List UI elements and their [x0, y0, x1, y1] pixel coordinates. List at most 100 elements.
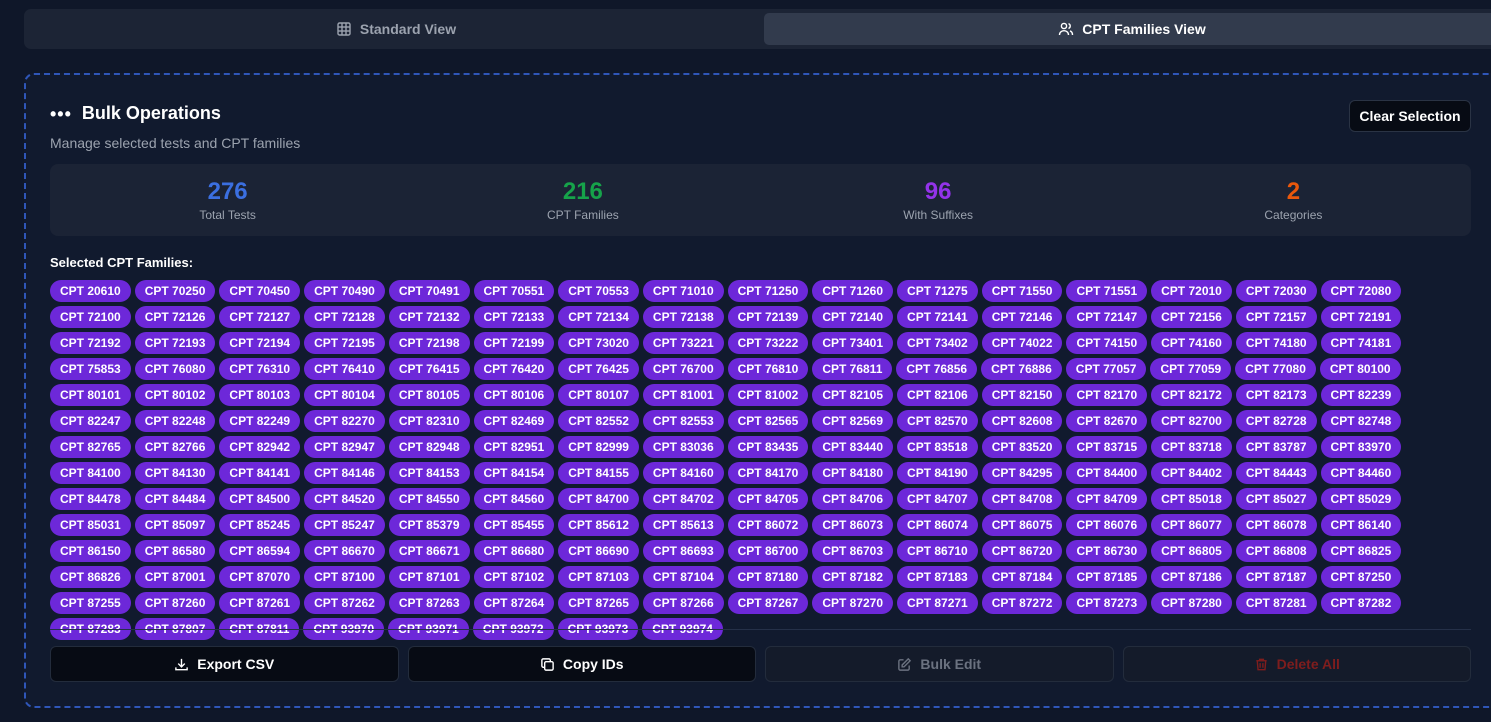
- cpt-family-chip[interactable]: CPT 71551: [1066, 280, 1148, 302]
- cpt-family-chip[interactable]: CPT 82748: [1320, 410, 1402, 432]
- cpt-family-chip[interactable]: CPT 85455: [473, 514, 555, 536]
- cpt-family-chip[interactable]: CPT 86805: [1151, 540, 1232, 562]
- cpt-family-chip[interactable]: CPT 86680: [473, 540, 555, 562]
- cpt-family-chip[interactable]: CPT 87266: [642, 592, 724, 614]
- cpt-family-chip[interactable]: CPT 74022: [981, 332, 1063, 354]
- cpt-family-chip[interactable]: CPT 82999: [558, 436, 639, 458]
- cpt-family-chip[interactable]: CPT 84550: [388, 488, 470, 510]
- cpt-family-chip[interactable]: CPT 76415: [388, 358, 470, 380]
- cpt-family-chip[interactable]: CPT 72156: [1151, 306, 1232, 328]
- cpt-family-chip[interactable]: CPT 85031: [50, 514, 131, 536]
- cpt-family-chip[interactable]: CPT 84520: [304, 488, 385, 510]
- cpt-family-chip[interactable]: CPT 87280: [1151, 592, 1232, 614]
- cpt-family-chip[interactable]: CPT 83970: [1320, 436, 1402, 458]
- cpt-family-chip[interactable]: CPT 86703: [812, 540, 894, 562]
- cpt-family-chip[interactable]: CPT 87182: [812, 566, 894, 588]
- cpt-family-chip[interactable]: CPT 84460: [1320, 462, 1402, 484]
- clear-selection-button[interactable]: Clear Selection: [1349, 100, 1471, 132]
- cpt-family-chip[interactable]: CPT 84500: [219, 488, 301, 510]
- cpt-family-chip[interactable]: CPT 72100: [50, 306, 131, 328]
- cpt-family-chip[interactable]: CPT 82670: [1066, 410, 1148, 432]
- cpt-family-chip[interactable]: CPT 86077: [1151, 514, 1232, 536]
- cpt-family-chip[interactable]: CPT 71550: [981, 280, 1063, 302]
- cpt-family-chip[interactable]: CPT 83440: [812, 436, 894, 458]
- cpt-family-chip[interactable]: CPT 72127: [219, 306, 301, 328]
- cpt-family-chip[interactable]: CPT 86671: [388, 540, 470, 562]
- cpt-family-chip[interactable]: CPT 73222: [727, 332, 809, 354]
- cpt-family-chip[interactable]: CPT 84709: [1066, 488, 1148, 510]
- cpt-family-chip[interactable]: CPT 84160: [642, 462, 724, 484]
- cpt-family-chip[interactable]: CPT 84146: [304, 462, 385, 484]
- cpt-family-chip[interactable]: CPT 83036: [642, 436, 724, 458]
- cpt-family-chip[interactable]: CPT 75853: [50, 358, 131, 380]
- cpt-family-chip[interactable]: CPT 82951: [473, 436, 555, 458]
- cpt-family-chip[interactable]: CPT 84100: [50, 462, 131, 484]
- cpt-family-chip[interactable]: CPT 86594: [219, 540, 301, 562]
- cpt-family-chip[interactable]: CPT 82239: [1320, 384, 1402, 406]
- cpt-family-chip[interactable]: CPT 84702: [642, 488, 724, 510]
- cpt-family-chip[interactable]: CPT 82569: [812, 410, 894, 432]
- cpt-family-chip[interactable]: CPT 84141: [219, 462, 301, 484]
- cpt-family-chip[interactable]: CPT 82469: [473, 410, 555, 432]
- cpt-family-chip[interactable]: CPT 86150: [50, 540, 131, 562]
- cpt-family-chip[interactable]: CPT 87185: [1066, 566, 1148, 588]
- cpt-family-chip[interactable]: CPT 82570: [897, 410, 978, 432]
- cpt-family-chip[interactable]: CPT 70491: [388, 280, 470, 302]
- cpt-family-chip[interactable]: CPT 70450: [219, 280, 301, 302]
- delete-all-button[interactable]: Delete All: [1122, 646, 1471, 682]
- cpt-family-chip[interactable]: CPT 84154: [473, 462, 555, 484]
- cpt-family-chip[interactable]: CPT 84443: [1235, 462, 1317, 484]
- cpt-family-chip[interactable]: CPT 82552: [558, 410, 639, 432]
- cpt-family-chip[interactable]: CPT 87180: [727, 566, 809, 588]
- cpt-family-chip[interactable]: CPT 86690: [558, 540, 639, 562]
- cpt-family-chip[interactable]: CPT 84705: [727, 488, 809, 510]
- cpt-family-chip[interactable]: CPT 72134: [558, 306, 639, 328]
- cpt-family-chip[interactable]: CPT 82105: [812, 384, 894, 406]
- cpt-family-chip[interactable]: CPT 85027: [1235, 488, 1317, 510]
- cpt-family-chip[interactable]: CPT 82565: [727, 410, 809, 432]
- cpt-family-chip[interactable]: CPT 87255: [50, 592, 131, 614]
- cpt-family-chip[interactable]: CPT 80101: [50, 384, 131, 406]
- cpt-family-chip[interactable]: CPT 80100: [1319, 358, 1401, 380]
- cpt-family-chip[interactable]: CPT 85245: [219, 514, 301, 536]
- cpt-family-chip[interactable]: CPT 76886: [981, 358, 1062, 380]
- cpt-family-chip[interactable]: CPT 82106: [897, 384, 978, 406]
- cpt-family-chip[interactable]: CPT 72199: [473, 332, 555, 354]
- cpt-family-chip[interactable]: CPT 72195: [304, 332, 385, 354]
- cpt-family-chip[interactable]: CPT 82553: [642, 410, 724, 432]
- cpt-family-chip[interactable]: CPT 87100: [304, 566, 385, 588]
- cpt-family-chip[interactable]: CPT 84706: [812, 488, 894, 510]
- cpt-family-chip[interactable]: CPT 76310: [219, 358, 301, 380]
- cpt-family-chip[interactable]: CPT 87273: [1066, 592, 1148, 614]
- cpt-family-chip[interactable]: CPT 72139: [727, 306, 809, 328]
- cpt-family-chip[interactable]: CPT 86710: [897, 540, 978, 562]
- cpt-family-chip[interactable]: CPT 87282: [1320, 592, 1402, 614]
- cpt-family-chip[interactable]: CPT 72030: [1235, 280, 1317, 302]
- cpt-family-chip[interactable]: CPT 87260: [134, 592, 216, 614]
- tab-standard-view[interactable]: Standard View: [28, 13, 764, 45]
- cpt-family-chip[interactable]: CPT 82942: [219, 436, 301, 458]
- cpt-family-chip[interactable]: CPT 83435: [727, 436, 809, 458]
- cpt-family-chip[interactable]: CPT 72141: [897, 306, 978, 328]
- cpt-family-chip[interactable]: CPT 76811: [812, 358, 893, 380]
- cpt-family-chip[interactable]: CPT 73401: [812, 332, 894, 354]
- cpt-family-chip[interactable]: CPT 87281: [1235, 592, 1317, 614]
- cpt-family-chip[interactable]: CPT 83718: [1151, 436, 1232, 458]
- cpt-family-chip[interactable]: CPT 87001: [134, 566, 216, 588]
- cpt-family-chip[interactable]: CPT 82608: [981, 410, 1063, 432]
- cpt-family-chip[interactable]: CPT 87187: [1235, 566, 1317, 588]
- cpt-family-chip[interactable]: CPT 82947: [304, 436, 385, 458]
- cpt-family-chip[interactable]: CPT 85018: [1151, 488, 1232, 510]
- cpt-family-chip[interactable]: CPT 71260: [812, 280, 894, 302]
- cpt-family-chip[interactable]: CPT 72147: [1066, 306, 1148, 328]
- cpt-family-chip[interactable]: CPT 84707: [897, 488, 978, 510]
- cpt-family-chip[interactable]: CPT 87102: [473, 566, 555, 588]
- cpt-family-chip[interactable]: CPT 82700: [1151, 410, 1232, 432]
- cpt-family-chip[interactable]: CPT 83787: [1235, 436, 1317, 458]
- cpt-family-chip[interactable]: CPT 70490: [304, 280, 385, 302]
- cpt-family-chip[interactable]: CPT 86670: [304, 540, 385, 562]
- cpt-family-chip[interactable]: CPT 86808: [1235, 540, 1317, 562]
- cpt-family-chip[interactable]: CPT 86826: [50, 566, 131, 588]
- cpt-family-chip[interactable]: CPT 76420: [473, 358, 555, 380]
- cpt-family-chip[interactable]: CPT 87262: [304, 592, 385, 614]
